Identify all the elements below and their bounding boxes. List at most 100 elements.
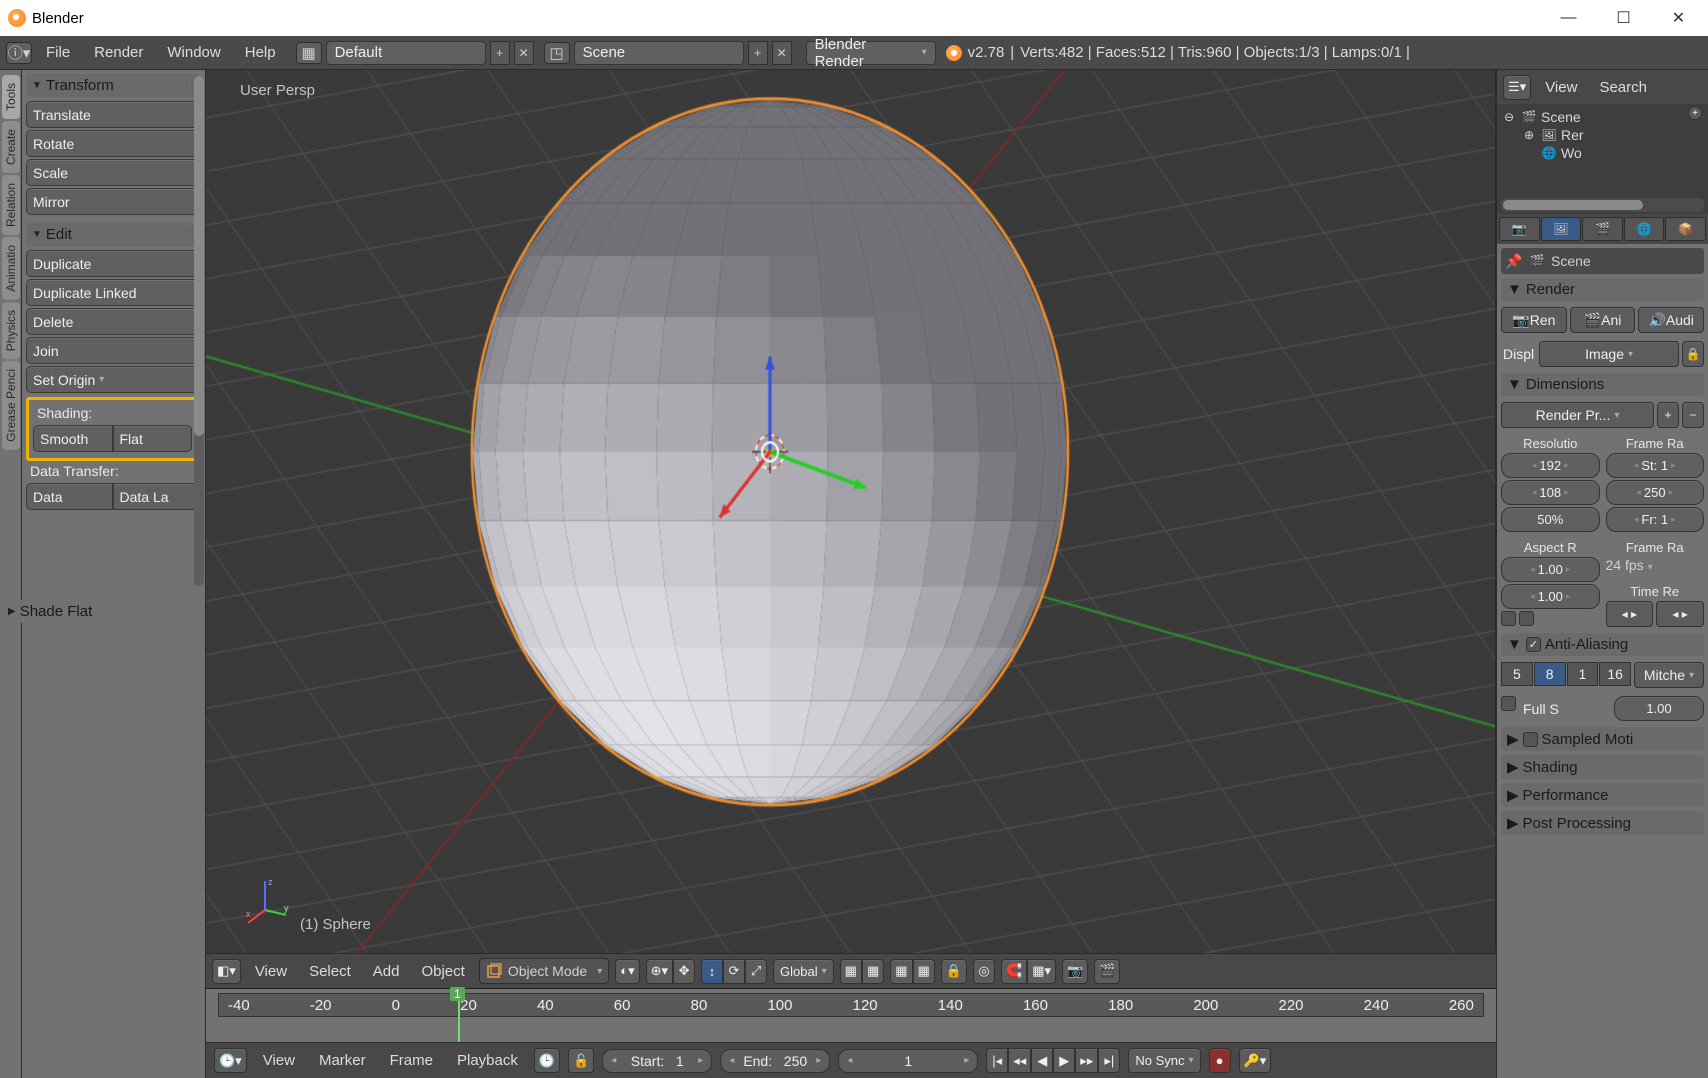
pivot-icon[interactable]: ⊕▾ <box>646 959 673 984</box>
aa-filter-select[interactable]: Mitche <box>1634 662 1704 688</box>
timeline-menu-playback[interactable]: Playback <box>449 1049 526 1072</box>
tab-render-icon[interactable]: 📷 <box>1499 217 1540 241</box>
tab-renderlayers-icon[interactable]: 🖼 <box>1541 217 1582 241</box>
autokey-icon[interactable]: ● <box>1209 1048 1231 1073</box>
toolshelf-scrollbar-thumb[interactable] <box>194 76 204 436</box>
view3d-menu-select[interactable]: Select <box>301 960 359 983</box>
data-transfer-button[interactable]: Data <box>26 483 113 510</box>
border-checkbox[interactable] <box>1501 611 1516 626</box>
aa-5[interactable]: 5 <box>1501 662 1533 686</box>
shade-smooth-button[interactable]: Smooth <box>33 425 113 452</box>
timeline-menu-marker[interactable]: Marker <box>311 1049 374 1072</box>
aspect-x-field[interactable]: ◂1.00▸ <box>1501 557 1600 582</box>
res-pct-field[interactable]: 50% <box>1501 507 1600 532</box>
filter-size-field[interactable]: 1.00 <box>1614 696 1704 721</box>
prev-keyframe-icon[interactable]: ◂◂ <box>1008 1048 1031 1073</box>
menu-render[interactable]: Render <box>84 41 153 64</box>
render-engine-select[interactable]: Blender Render <box>806 41 936 65</box>
res-x-field[interactable]: ◂192▸ <box>1501 453 1600 478</box>
preset-add-button[interactable]: + <box>1657 402 1679 428</box>
screen-layout-icon[interactable]: ▦ <box>296 42 322 64</box>
play-audio-button[interactable]: 🔊Audi <box>1638 307 1704 333</box>
frame-start-field[interactable]: ◂St: 1▸ <box>1606 453 1705 478</box>
timeline-playhead[interactable]: 1 <box>458 989 460 1042</box>
aa-8[interactable]: 8 <box>1534 662 1566 686</box>
aspect-y-field[interactable]: ◂1.00▸ <box>1501 584 1600 609</box>
tool-tab-greasepencil[interactable]: Grease Penci <box>2 361 20 450</box>
full-sample-checkbox[interactable] <box>1501 696 1516 711</box>
lock-camera-icon[interactable]: 🔒 <box>941 959 967 984</box>
render-panel-header[interactable]: ▼Render∷ <box>1501 278 1704 301</box>
render-display-select[interactable]: Image <box>1539 341 1679 367</box>
maximize-button[interactable]: ☐ <box>1596 0 1651 36</box>
render-image-button[interactable]: 📷Ren <box>1501 307 1567 333</box>
frame-step-field[interactable]: ◂Fr: 1▸ <box>1606 507 1705 532</box>
scene-select[interactable]: Scene <box>574 41 744 65</box>
delete-button[interactable]: Delete <box>26 308 199 335</box>
remap-old[interactable]: ◂ ▸ <box>1606 601 1654 627</box>
add-layout-button[interactable]: + <box>490 41 510 65</box>
transform-orientation-select[interactable]: Global <box>773 959 834 984</box>
manipulator-translate-icon[interactable]: ↕ <box>701 959 723 984</box>
scene-icon[interactable]: ◳ <box>544 42 570 64</box>
scale-button[interactable]: Scale <box>26 159 199 186</box>
view3d-editor-type-icon[interactable]: ◧▾ <box>212 959 241 984</box>
manipulator-toggle[interactable]: ✥ <box>673 959 695 984</box>
play-reverse-icon[interactable]: ◀ <box>1031 1048 1053 1073</box>
current-frame-field[interactable]: ◂1▸ <box>838 1049 978 1073</box>
outliner-hscroll[interactable] <box>1501 198 1704 212</box>
minimize-button[interactable]: — <box>1541 0 1596 36</box>
duplicate-button[interactable]: Duplicate <box>26 250 199 277</box>
outliner-add-icon[interactable]: + <box>1688 106 1702 120</box>
timeline-menu-frame[interactable]: Frame <box>382 1049 441 1072</box>
view3d-menu-object[interactable]: Object <box>413 960 472 983</box>
aa-11[interactable]: 1 <box>1567 662 1599 686</box>
manipulator-rotate-icon[interactable]: ⟳ <box>723 959 745 984</box>
layers-group-1[interactable]: ▦▦ <box>840 959 885 984</box>
pin-icon[interactable]: 📌 <box>1505 252 1523 270</box>
delete-scene-button[interactable]: ✕ <box>772 41 792 65</box>
outliner-menu-view[interactable]: View <box>1537 76 1585 99</box>
data-layout-button[interactable]: Data La <box>113 483 200 510</box>
play-icon[interactable]: ▶ <box>1053 1048 1075 1073</box>
screen-layout-select[interactable]: Default <box>326 41 486 65</box>
jump-first-icon[interactable]: |◂ <box>986 1048 1008 1073</box>
rotate-button[interactable]: Rotate <box>26 130 199 157</box>
view3d-menu-view[interactable]: View <box>247 960 295 983</box>
lock-interface-icon[interactable]: 🔒 <box>1682 341 1704 367</box>
dimensions-panel-header[interactable]: ▼Dimensions∷ <box>1501 373 1704 396</box>
add-scene-button[interactable]: + <box>748 41 768 65</box>
proportional-edit-icon[interactable]: ◎ <box>973 959 995 984</box>
tool-tab-animation[interactable]: Animatio <box>2 237 20 300</box>
end-frame-field[interactable]: ◂End: 250▸ <box>720 1049 830 1073</box>
menu-window[interactable]: Window <box>157 41 230 64</box>
snap-type-icon[interactable]: ▦▾ <box>1027 959 1056 984</box>
keying-set-icon[interactable]: 🔑▾ <box>1239 1048 1272 1073</box>
timeline-menu-view[interactable]: View <box>255 1049 303 1072</box>
fps-select[interactable]: 24 fps <box>1606 557 1705 582</box>
tool-tab-physics[interactable]: Physics <box>2 302 20 359</box>
performance-header[interactable]: ▶Performance <box>1501 783 1704 807</box>
next-keyframe-icon[interactable]: ▸▸ <box>1075 1048 1098 1073</box>
tool-tab-create[interactable]: Create <box>2 121 20 173</box>
tool-tab-relation[interactable]: Relation <box>2 175 20 235</box>
crop-checkbox[interactable] <box>1519 611 1534 626</box>
set-origin-button[interactable]: Set Origin <box>26 366 199 393</box>
opengl-render-image-icon[interactable]: 📷 <box>1062 959 1088 984</box>
aa-enable-checkbox[interactable]: ✓ <box>1526 637 1541 652</box>
use-preview-range-icon[interactable]: 🕒 <box>534 1048 560 1073</box>
info-editor-type-icon[interactable]: ⓘ▾ <box>6 42 32 64</box>
aa-16[interactable]: 16 <box>1599 662 1631 686</box>
duplicate-linked-button[interactable]: Duplicate Linked <box>26 279 199 306</box>
outliner-editor-type-icon[interactable]: ☰▾ <box>1503 75 1531 100</box>
tab-scene-icon[interactable]: 🎬 <box>1582 217 1623 241</box>
tool-tab-tools[interactable]: Tools <box>2 75 20 119</box>
render-preset-select[interactable]: Render Pr... <box>1501 402 1654 428</box>
tree-row-scene[interactable]: ⊖🎬Scene <box>1499 108 1706 126</box>
sampled-motion-header[interactable]: ▶Sampled Moti <box>1501 727 1704 751</box>
close-button[interactable]: ✕ <box>1651 0 1706 36</box>
transform-panel-header[interactable]: ▼Transform∷ <box>26 74 199 97</box>
outliner-menu-search[interactable]: Search <box>1591 76 1655 99</box>
tree-row-world[interactable]: 🌐Wo <box>1499 144 1706 162</box>
tab-world-icon[interactable]: 🌐 <box>1624 217 1665 241</box>
